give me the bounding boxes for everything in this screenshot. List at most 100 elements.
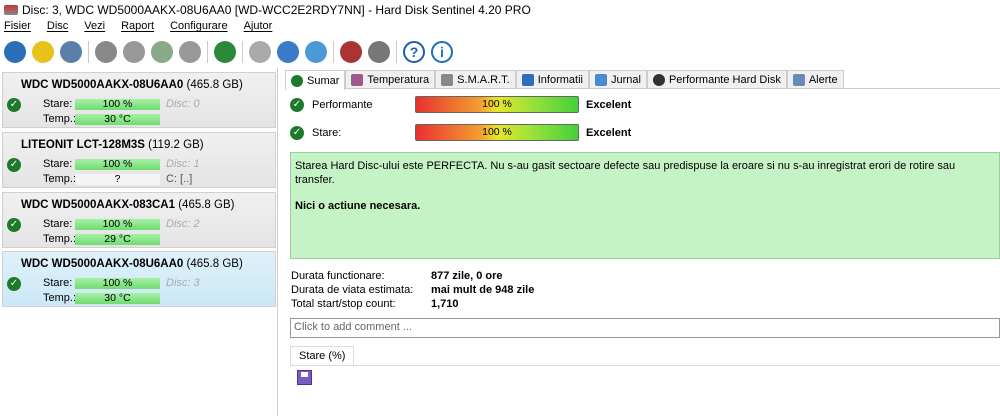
toolbar: ? i: [0, 38, 453, 66]
health-bar: 100 %: [75, 278, 160, 289]
alert-icon[interactable]: [32, 41, 54, 63]
health-label: Stare:: [312, 127, 342, 139]
tab-jurnal[interactable]: Jurnal: [588, 70, 647, 88]
health-label: Stare:: [43, 218, 73, 230]
tab-stare-percent[interactable]: Stare (%): [290, 346, 355, 365]
health-bar: 100 %: [75, 159, 160, 170]
disk-card[interactable]: WDC WD5000AAKX-08U6AA0 (465.8 GB) ✓ Star…: [2, 251, 276, 307]
performance-row: ✓ Performante: [290, 98, 373, 112]
info-key: Durata de viata estimata:: [291, 284, 414, 296]
tab-icon: [291, 74, 303, 87]
disk-name: LITEONIT LCT-128M3S (119.2 GB): [21, 139, 204, 151]
menu-raport[interactable]: Raport: [121, 20, 154, 36]
network-icon[interactable]: [305, 41, 327, 63]
disk-size: (465.8 GB): [186, 79, 243, 91]
menu-fisier[interactable]: Fisier: [4, 20, 31, 36]
tab-icon: [652, 73, 665, 86]
disk-size: (119.2 GB): [148, 139, 204, 151]
tab-s-m-a-r-t[interactable]: S.M.A.R.T.: [435, 70, 516, 88]
health-label: Stare:: [43, 277, 73, 289]
action-message: Nici o actiune necesara.: [295, 200, 421, 212]
tab-temperatura[interactable]: Temperatura: [345, 70, 436, 88]
menu-vezi[interactable]: Vezi: [84, 20, 105, 36]
check-icon: ✓: [7, 98, 21, 112]
save-icon[interactable]: [297, 370, 312, 385]
temp-label: Temp.:: [43, 233, 77, 245]
refresh-icon[interactable]: [4, 41, 26, 63]
tab-icon: [792, 73, 805, 86]
toolbar-separator: [396, 41, 397, 63]
status-message: Starea Hard Disc-ului este PERFECTA. Nu …: [295, 160, 956, 186]
check-icon: ✓: [290, 126, 304, 140]
info-icon[interactable]: i: [431, 41, 453, 63]
disc-index: Disc: 3: [166, 277, 200, 289]
tab-icon: [521, 73, 534, 86]
info-value: 877 zile, 0 ore: [431, 270, 503, 282]
partition-label: C: [..]: [166, 173, 193, 185]
sound-icon[interactable]: [368, 41, 390, 63]
toolbar-separator: [207, 41, 208, 63]
toolbar-separator: [88, 41, 89, 63]
disk-card[interactable]: WDC WD5000AAKX-08U6AA0 (465.8 GB) ✓ Star…: [2, 72, 276, 128]
tab-bar: Sumar Temperatura S.M.A.R.T. Informatii Jurn…: [285, 70, 1000, 90]
performance-rating: Excelent: [586, 99, 632, 111]
menu-bar: Fisier Disc Vezi Raport Configurare Ajut…: [0, 20, 288, 36]
help-icon[interactable]: ?: [403, 41, 425, 63]
disk-check-icon[interactable]: [151, 41, 173, 63]
disk-name: WDC WD5000AAKX-08U6AA0 (465.8 GB): [21, 258, 243, 270]
disk-gray-icon[interactable]: [95, 41, 117, 63]
disc-index: Disc: 1: [166, 158, 200, 170]
disk-card[interactable]: WDC WD5000AAKX-083CA1 (465.8 GB) ✓ Stare…: [2, 192, 276, 248]
monitor-icon[interactable]: [340, 41, 362, 63]
performance-bar: 100 %: [415, 96, 579, 113]
tab-label: Performante Hard Disk: [668, 73, 781, 86]
disk-icon[interactable]: [60, 41, 82, 63]
tab-label: Sumar: [307, 74, 340, 87]
sync-icon[interactable]: [277, 41, 299, 63]
tab-performante-hard-disk[interactable]: Performante Hard Disk: [646, 70, 787, 88]
main-panel: Sumar Temperatura S.M.A.R.T. Informatii Jurn…: [285, 68, 1000, 416]
temp-bar: 30 °C: [75, 293, 160, 304]
tab-label: Alerte: [808, 73, 838, 86]
disc-index: Disc: 0: [166, 98, 200, 110]
disk-card[interactable]: LITEONIT LCT-128M3S (119.2 GB) ✓ Stare: …: [2, 132, 276, 188]
globe-icon[interactable]: [214, 41, 236, 63]
info-key: Total start/stop count:: [291, 298, 396, 310]
tab-icon: [594, 73, 607, 86]
disk-name: WDC WD5000AAKX-08U6AA0 (465.8 GB): [21, 79, 243, 91]
disk-model: WDC WD5000AAKX-08U6AA0: [21, 258, 184, 270]
title-bar: Disc: 3, WDC WD5000AAKX-08U6AA0 [WD-WCC2…: [0, 0, 1000, 20]
tab-label: Informatii: [537, 73, 583, 86]
check-icon: ✓: [7, 158, 21, 172]
window-title: Disc: 3, WDC WD5000AAKX-08U6AA0 [WD-WCC2…: [22, 3, 531, 17]
tab-informatii[interactable]: Informatii: [515, 70, 589, 88]
health-row: ✓ Stare:: [290, 126, 341, 140]
report-icon[interactable]: [249, 41, 271, 63]
disk-size: (465.8 GB): [178, 199, 235, 211]
toolbar-separator: [333, 41, 334, 63]
check-icon: ✓: [7, 218, 21, 232]
temp-label: Temp.:: [43, 173, 77, 185]
health-label: Stare:: [43, 158, 73, 170]
disk-model: WDC WD5000AAKX-08U6AA0: [21, 79, 184, 91]
status-message-box: Starea Hard Disc-ului este PERFECTA. Nu …: [290, 152, 1000, 259]
menu-disc[interactable]: Disc: [47, 20, 68, 36]
disk-name: WDC WD5000AAKX-083CA1 (465.8 GB): [21, 199, 234, 211]
tab-icon: [351, 73, 364, 86]
menu-configurare[interactable]: Configurare: [170, 20, 227, 36]
tab-sumar[interactable]: Sumar: [285, 70, 346, 90]
tab-icon: [441, 73, 454, 86]
health-bar: 100 %: [75, 99, 160, 110]
tab-label: Jurnal: [610, 73, 641, 86]
comment-input[interactable]: Click to add comment ...: [290, 318, 1000, 338]
temp-bar: 30 °C: [75, 114, 160, 125]
info-value: 1,710: [431, 298, 459, 310]
check-icon: ✓: [290, 98, 304, 112]
health-rating: Excelent: [586, 127, 632, 139]
tab-alerte[interactable]: Alerte: [786, 70, 844, 88]
menu-ajutor[interactable]: Ajutor: [244, 20, 273, 36]
disk-clock-icon[interactable]: [123, 41, 145, 63]
disk-search-icon[interactable]: [179, 41, 201, 63]
temp-bar: ?: [75, 174, 160, 185]
toolbar-separator: [242, 41, 243, 63]
